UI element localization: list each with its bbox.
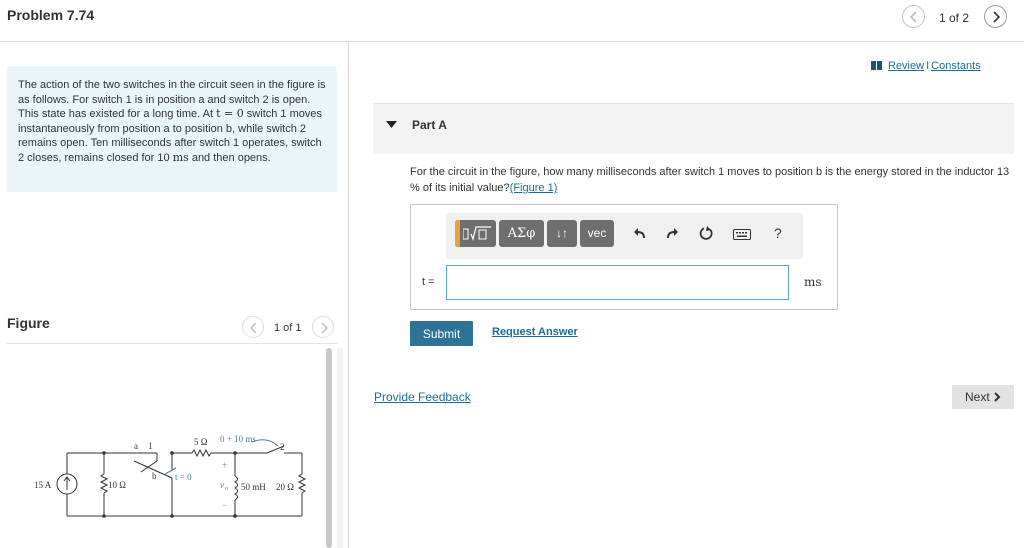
circuit-t0-label: t = 0 — [175, 472, 192, 482]
figure-scroll-track — [337, 348, 343, 548]
figure-heading: Figure — [7, 315, 50, 331]
question-text: For the circuit in the figure, how many … — [410, 164, 1010, 196]
keyboard-icon[interactable] — [733, 229, 751, 240]
figure-counter: 1 of 1 — [274, 322, 302, 334]
caret-down-icon[interactable] — [386, 121, 397, 129]
statement-math-t0: t = 0 — [216, 107, 244, 121]
answer-input[interactable] — [446, 265, 789, 300]
math-toolbar: ΑΣφ ↓↑ vec ? — [446, 213, 803, 259]
answer-variable-label: t = — [422, 276, 435, 288]
templates-icon — [463, 226, 491, 241]
redo-icon[interactable] — [665, 226, 679, 239]
problem-page-counter: 1 of 2 — [939, 11, 970, 25]
symbols-button[interactable]: ΑΣφ — [499, 220, 544, 247]
circuit-r3-label: 20 Ω — [276, 482, 294, 492]
next-problem-button[interactable] — [984, 5, 1007, 28]
part-a-header[interactable]: Part A — [373, 103, 1014, 154]
circuit-switch1-label: 1 — [148, 441, 153, 451]
templates-button[interactable] — [455, 220, 496, 247]
problem-statement: The action of the two switches in the ci… — [7, 66, 337, 192]
chevron-right-icon — [994, 392, 1001, 402]
figure-next-button[interactable] — [312, 316, 334, 338]
answer-box: ΑΣφ ↓↑ vec ? t = ms — [410, 204, 838, 310]
statement-text-3: and then opens. — [188, 151, 271, 164]
templates-indicator — [455, 220, 460, 247]
pane-divider — [348, 42, 349, 548]
resource-links: Review I Constants — [871, 60, 981, 72]
prev-problem-button[interactable] — [902, 5, 925, 28]
part-a-title: Part A — [412, 118, 447, 132]
request-answer-link[interactable]: Request Answer — [492, 326, 578, 338]
constants-link[interactable]: Constants — [931, 60, 981, 72]
help-button[interactable]: ? — [774, 225, 782, 241]
circuit-source-label: 15 A — [34, 480, 52, 490]
circuit-inductor-label: 50 mH — [241, 482, 266, 492]
header-bar: Problem 7.74 1 of 2 — [0, 0, 1024, 42]
figure-scrollbar[interactable] — [326, 348, 332, 548]
chevron-left-icon — [909, 11, 917, 23]
answer-unit-label: ms — [804, 275, 822, 289]
circuit-plus: + — [222, 460, 227, 470]
question-body: For the circuit in the figure, how many … — [410, 166, 1010, 194]
reset-icon[interactable] — [699, 226, 714, 241]
circuit-r2-label: 5 Ω — [194, 437, 208, 447]
chevron-left-icon — [249, 322, 257, 334]
circuit-timing-label: 0 + 10 ms — [220, 434, 256, 444]
figure-prev-button[interactable] — [242, 316, 264, 338]
figure-divider — [7, 343, 337, 344]
vec-button[interactable]: vec — [580, 220, 614, 247]
book-icon — [871, 61, 882, 70]
circuit-diagram: 15 A 10 Ω a 1 b t = 0 5 Ω 0 + 10 ms 2 + … — [34, 434, 307, 518]
circuit-voltage: v — [220, 480, 224, 490]
chevron-right-icon — [321, 322, 329, 334]
circuit-switch2-label: 2 — [280, 442, 285, 452]
circuit-r1-label: 10 Ω — [108, 480, 126, 490]
links-separator: I — [926, 60, 930, 72]
circuit-voltage-sub: o — [225, 486, 228, 492]
circuit-node-b: b — [152, 471, 157, 481]
circuit-node-a: a — [134, 441, 138, 451]
next-button[interactable]: Next — [952, 385, 1014, 409]
next-button-label: Next — [964, 390, 990, 404]
circuit-minus: − — [222, 500, 227, 510]
figure-1-link[interactable]: (Figure 1) — [510, 182, 558, 194]
chevron-right-icon — [993, 11, 1001, 23]
undo-icon[interactable] — [633, 226, 647, 239]
submit-button[interactable]: Submit — [410, 321, 473, 346]
statement-math-ms: ms — [172, 150, 189, 164]
arrows-button[interactable]: ↓↑ — [547, 220, 577, 247]
provide-feedback-link[interactable]: Provide Feedback — [374, 390, 471, 404]
problem-title: Problem 7.74 — [7, 7, 95, 23]
review-link[interactable]: Review — [888, 60, 924, 72]
